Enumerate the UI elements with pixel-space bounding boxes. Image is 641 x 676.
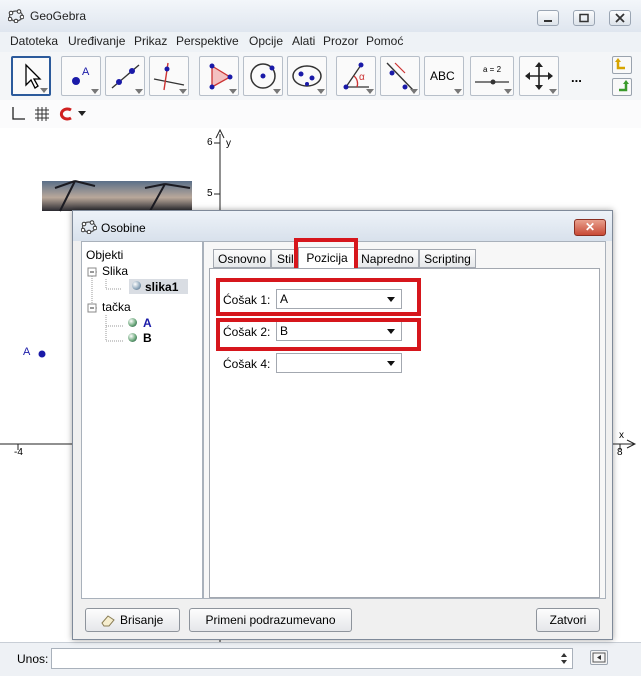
close-icon: ✕ [584,220,596,234]
circle-tool[interactable] [243,56,283,96]
input-history-arrows-icon[interactable] [560,652,568,665]
perpendicular-tool[interactable] [149,56,189,96]
app-title: GeoGebra [30,9,87,23]
maximize-button[interactable] [573,10,595,26]
text-tool[interactable]: ABC [424,56,464,96]
y-axis-label: y [226,138,231,149]
delete-button[interactable]: Brisanje [85,608,180,632]
text-tool-label: ABC [430,69,455,83]
tree-item-slika1[interactable]: slika1 [129,279,188,294]
tab-napredno[interactable]: Napredno [356,249,419,268]
menu-datoteka[interactable]: Datoteka [10,34,58,48]
tree-root: Objekti [86,248,124,262]
apply-default-button[interactable]: Primeni podrazumevano [189,608,352,632]
tree-item-b[interactable]: B [143,331,152,345]
highlight-corner1 [216,278,421,316]
undo-icon [615,58,625,70]
highlight-corner2 [216,318,421,351]
reflect-tool[interactable] [380,56,420,96]
tree-group-tacka[interactable]: tačka [102,300,131,314]
object-ball-icon [128,333,137,342]
dialog-title: Osobine [101,221,146,235]
y-tick-5: 5 [207,188,213,199]
input-label: Unos: [17,652,49,666]
menu-prozor[interactable]: Prozor [323,34,358,48]
x-tick-minus-4: -4 [14,447,23,458]
tree-item-a[interactable]: A [143,316,152,330]
corner4-select[interactable] [276,353,402,373]
tree-group-slika[interactable]: Slika [102,264,128,278]
chevron-down-icon [387,361,395,366]
collapse-left-icon [592,652,606,663]
title-bar: GeoGebra [0,0,641,33]
move-view-tool[interactable] [519,56,559,96]
menu-alati[interactable]: Alati [292,34,315,48]
menu-opcije[interactable]: Opcije [249,34,283,48]
tab-scripting[interactable]: Scripting [419,249,476,268]
corner4-label: Ćošak 4: [223,357,271,371]
object-tree: Objekti Slika slika1 tačka A B [81,241,203,599]
menu-perspektive[interactable]: Perspektive [176,34,239,48]
magnet-icon[interactable] [58,106,74,122]
input-field[interactable] [51,648,573,669]
point-a[interactable] [38,350,46,358]
menu-uredivanje[interactable]: Uređivanje [68,34,125,48]
show-axes-icon[interactable] [10,106,26,122]
input-bar: Unos: [0,642,641,676]
object-ball-icon [132,281,141,290]
input-help-button[interactable] [590,650,608,665]
redo-button[interactable] [612,78,632,96]
y-tick-6: 6 [207,137,213,148]
svg-text:α: α [359,72,365,83]
delete-button-label: Brisanje [120,613,164,627]
dropdown-arrow-icon[interactable] [78,111,86,117]
eraser-icon [101,615,115,627]
svg-text:A: A [82,66,90,78]
menu-prikaz[interactable]: Prikaz [134,34,167,48]
style-bar [0,100,641,129]
polygon-tool[interactable] [199,56,239,96]
x-axis-label: x [619,430,624,441]
dialog-close-button[interactable]: ✕ [574,219,606,236]
show-grid-icon[interactable] [34,106,50,122]
properties-dialog: Osobine ✕ Objekti Slika slika1 tačka A B… [72,210,613,640]
x-tick-8: 8 [617,447,623,458]
minimize-button[interactable] [537,10,559,26]
slider-tool[interactable]: a = 2 [470,56,514,96]
window-close-button[interactable] [609,10,631,26]
geogebra-logo-icon [8,9,24,23]
point-tool[interactable]: A [61,56,101,96]
menu-pomoc[interactable]: Pomoć [366,34,403,48]
move-tool[interactable] [11,56,51,96]
redo-icon [619,80,629,92]
object-ball-icon [128,318,137,327]
dialog-title-bar: Osobine ✕ [73,211,612,241]
conic-tool[interactable] [287,56,327,96]
tab-osnovno[interactable]: Osnovno [213,249,271,268]
undo-button[interactable] [612,56,632,74]
angle-tool[interactable]: α [336,56,376,96]
tree-item-slika1-label: slika1 [145,280,179,294]
point-a-label: A [23,346,31,358]
geogebra-logo-icon [81,220,97,234]
close-button[interactable]: Zatvori [536,608,600,632]
more-tools[interactable]: ... [571,70,582,85]
line-tool[interactable] [105,56,145,96]
